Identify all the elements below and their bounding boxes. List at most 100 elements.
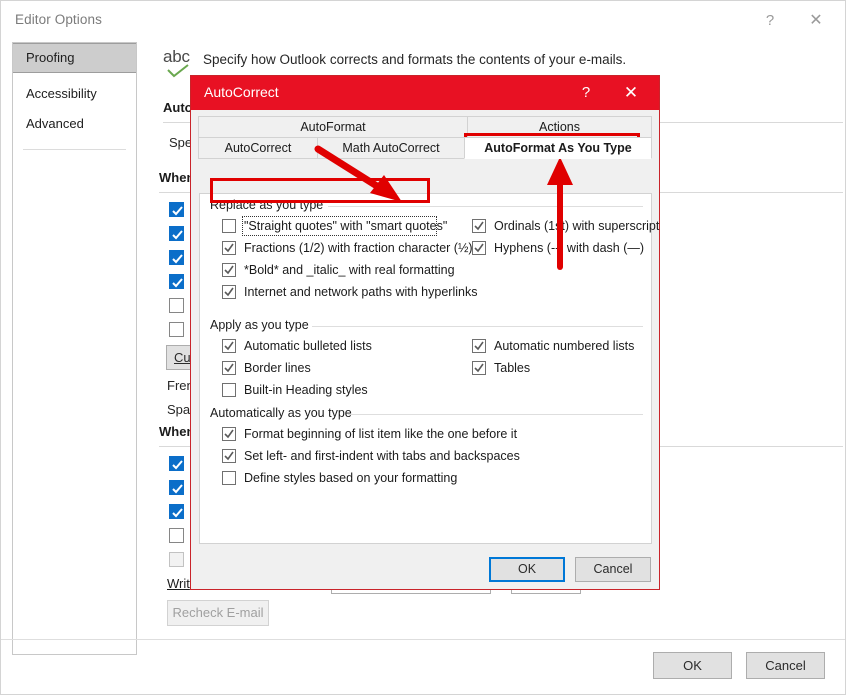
- check-icon: [172, 508, 183, 518]
- green-check-icon: [167, 64, 189, 78]
- checkbox-label-format-beginning-of-list-item: Format beginning of list item like the o…: [244, 427, 518, 441]
- checkbox-label-set-left-and-first-indent: Set left- and first-indent with tabs and…: [244, 449, 520, 463]
- tab-autocorrect[interactable]: AutoCorrect: [198, 137, 318, 159]
- close-icon[interactable]: ✕: [617, 81, 645, 105]
- sidebar-item-advanced[interactable]: Advanced: [13, 109, 136, 139]
- group-label-apply-as-you-type: Apply as you type: [210, 318, 315, 332]
- checkbox-grammar-5: [169, 552, 184, 567]
- checkbox-spelling-3[interactable]: [169, 250, 184, 265]
- recheck-email-button[interactable]: Recheck E-mail: [167, 600, 269, 626]
- checkbox-spelling-6[interactable]: [169, 322, 184, 337]
- ok-button[interactable]: OK: [653, 652, 732, 679]
- custom-dictionaries-label: Cu: [174, 350, 191, 365]
- tab-label: Actions: [539, 120, 580, 134]
- editor-options-titlebar: Editor Options ? ✕: [1, 1, 845, 39]
- checkbox-label-smart-quotes: "Straight quotes" with "smart quotes": [244, 219, 448, 233]
- tab-autoformat[interactable]: AutoFormat: [198, 116, 468, 138]
- sidebar-item-label: Accessibility: [26, 86, 97, 101]
- tab-math-autocorrect[interactable]: Math AutoCorrect: [317, 137, 465, 159]
- autoformat-as-you-type-panel: Replace as you type "Straight quotes" wi…: [199, 193, 659, 544]
- writing-style-link[interactable]: Writ: [167, 576, 190, 591]
- dialog-cancel-button[interactable]: Cancel: [575, 557, 651, 582]
- checkbox-internet-paths[interactable]: [222, 285, 236, 299]
- dialog-title: AutoCorrect: [204, 84, 279, 100]
- checkbox-grammar-3[interactable]: [169, 504, 184, 519]
- checkbox-smart-quotes[interactable]: [222, 219, 236, 233]
- tab-label: AutoFormat As You Type: [484, 141, 632, 155]
- checkbox-builtin-heading-styles[interactable]: [222, 383, 236, 397]
- group-rule: [328, 206, 643, 207]
- checkbox-label-bold-italic: *Bold* and _italic_ with real formatting: [244, 263, 455, 277]
- checkbox-label-fractions: Fractions (1/2) with fraction character …: [244, 241, 473, 255]
- checkbox-ordinals[interactable]: [472, 219, 486, 233]
- dialog-ok-button[interactable]: OK: [489, 557, 565, 582]
- checkbox-label-automatic-numbered-lists: Automatic numbered lists: [494, 339, 635, 353]
- check-icon: [172, 206, 183, 216]
- group-label-replace-as-you-type: Replace as you type: [210, 198, 330, 212]
- checkbox-label-ordinals: Ordinals (1st) with superscript: [494, 219, 660, 233]
- checkbox-grammar-4[interactable]: [169, 528, 184, 543]
- checkbox-grammar-1[interactable]: [169, 456, 184, 471]
- check-icon: [474, 221, 484, 231]
- checkbox-automatic-bulleted-lists[interactable]: [222, 339, 236, 353]
- check-icon: [172, 484, 183, 494]
- check-icon: [224, 429, 234, 439]
- checkbox-label-tables: Tables: [494, 361, 531, 375]
- tab-label: AutoFormat: [300, 120, 366, 134]
- check-icon: [224, 243, 234, 253]
- tab-label: Math AutoCorrect: [342, 141, 440, 155]
- check-icon: [172, 278, 183, 288]
- group-rule: [312, 326, 643, 327]
- checkbox-grammar-2[interactable]: [169, 480, 184, 495]
- checkbox-spelling-4[interactable]: [169, 274, 184, 289]
- sidebar: Proofing Accessibility Advanced: [12, 42, 137, 655]
- checkbox-label-define-styles: Define styles based on your formatting: [244, 471, 458, 485]
- checkbox-label-internet-paths: Internet and network paths with hyperlin…: [244, 285, 478, 299]
- intro-text: Specify how Outlook corrects and formats…: [203, 52, 627, 67]
- group-label-automatically-as-you-type: Automatically as you type: [210, 406, 358, 420]
- check-icon: [474, 363, 484, 373]
- checkbox-bold-italic[interactable]: [222, 263, 236, 277]
- tab-autoformat-as-you-type[interactable]: AutoFormat As You Type: [464, 137, 652, 159]
- checkbox-label-automatic-bulleted-lists: Automatic bulleted lists: [244, 339, 372, 353]
- check-icon: [172, 254, 183, 264]
- checkbox-tables[interactable]: [472, 361, 486, 375]
- checkbox-hyphens[interactable]: [472, 241, 486, 255]
- dialog-cancel-label: Cancel: [593, 562, 633, 576]
- tab-actions[interactable]: Actions: [467, 116, 652, 138]
- cancel-label: Cancel: [765, 658, 806, 673]
- sidebar-item-label: Advanced: [26, 116, 84, 131]
- window-title: Editor Options: [15, 12, 102, 27]
- sidebar-item-accessibility[interactable]: Accessibility: [13, 79, 136, 109]
- check-icon: [224, 287, 234, 297]
- check-icon: [224, 265, 234, 275]
- checkbox-format-beginning-of-list-item[interactable]: [222, 427, 236, 441]
- checkbox-spelling-1[interactable]: [169, 202, 184, 217]
- checkbox-spelling-5[interactable]: [169, 298, 184, 313]
- check-icon: [224, 451, 234, 461]
- help-icon[interactable]: ?: [573, 81, 599, 105]
- checkbox-set-left-and-first-indent[interactable]: [222, 449, 236, 463]
- checkbox-label-builtin-heading-styles: Built-in Heading styles: [244, 383, 368, 397]
- tab-label: AutoCorrect: [224, 141, 292, 155]
- close-icon[interactable]: ✕: [803, 9, 829, 33]
- sidebar-item-label: Proofing: [26, 50, 75, 65]
- ok-label: OK: [683, 658, 702, 673]
- checkbox-border-lines[interactable]: [222, 361, 236, 375]
- check-icon: [172, 460, 183, 470]
- help-icon[interactable]: ?: [757, 9, 783, 33]
- cancel-button[interactable]: Cancel: [746, 652, 825, 679]
- checkbox-spelling-2[interactable]: [169, 226, 184, 241]
- check-icon: [474, 243, 484, 253]
- check-icon: [224, 363, 234, 373]
- checkbox-fractions[interactable]: [222, 241, 236, 255]
- sidebar-item-proofing[interactable]: Proofing: [13, 43, 136, 73]
- autocorrect-dialog: AutoCorrect ? ✕ AutoFormat Actions AutoC…: [190, 75, 660, 590]
- footer-divider: [1, 639, 845, 640]
- group-rule: [348, 414, 643, 415]
- check-icon: [474, 341, 484, 351]
- autocorrect-titlebar: AutoCorrect ? ✕: [191, 76, 659, 110]
- checkbox-automatic-numbered-lists[interactable]: [472, 339, 486, 353]
- check-icon: [224, 341, 234, 351]
- checkbox-define-styles[interactable]: [222, 471, 236, 485]
